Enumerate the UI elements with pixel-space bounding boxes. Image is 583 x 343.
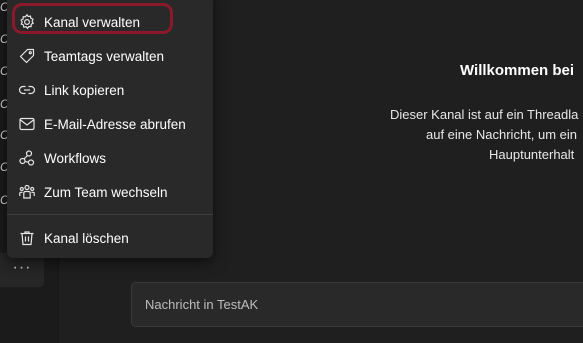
compose-placeholder: Nachricht in TestAK: [145, 297, 259, 312]
workflows-icon: [18, 149, 36, 167]
menu-item-get-email-address[interactable]: E-Mail-Adresse abrufen: [7, 107, 213, 141]
menu-item-copy-link[interactable]: Link kopieren: [7, 73, 213, 107]
link-icon: [18, 81, 36, 99]
menu-item-label: E-Mail-Adresse abrufen: [44, 116, 186, 132]
trash-icon: [18, 229, 36, 247]
welcome-text-line: Dieser Kanal ist auf ein Threadla: [390, 107, 579, 122]
menu-item-label: Kanal verwalten: [44, 14, 141, 30]
menu-item-label: Kanal löschen: [44, 230, 129, 246]
menu-item-manage-team-tags[interactable]: Teamtags verwalten: [7, 39, 213, 73]
welcome-title: Willkommen bei: [460, 62, 575, 79]
menu-item-delete-channel[interactable]: Kanal löschen: [7, 221, 213, 255]
menu-item-label: Link kopieren: [44, 82, 125, 98]
menu-item-workflows[interactable]: Workflows: [7, 141, 213, 175]
gear-icon: [18, 13, 36, 31]
menu-divider: [7, 214, 213, 215]
teams-window: CE CE CE CE CE CE C ··· Willkommen bei D…: [0, 0, 583, 343]
more-options-button[interactable]: ···: [0, 253, 44, 287]
channel-context-menu: Kanal verwalten Teamtags verwalten Link …: [7, 0, 213, 258]
welcome-text-line: Hauptunterhalt: [489, 147, 575, 162]
menu-item-label: Teamtags verwalten: [44, 48, 165, 64]
mail-icon: [18, 115, 36, 133]
message-compose-box[interactable]: Nachricht in TestAK: [131, 282, 583, 327]
tag-icon: [18, 47, 36, 65]
menu-item-go-to-team[interactable]: Zum Team wechseln: [7, 175, 213, 209]
welcome-text-line: auf eine Nachricht, um ein: [426, 127, 578, 142]
team-icon: [18, 183, 36, 201]
menu-item-label: Zum Team wechseln: [44, 184, 168, 200]
menu-item-manage-channel[interactable]: Kanal verwalten: [7, 5, 213, 39]
menu-item-label: Workflows: [44, 150, 107, 166]
